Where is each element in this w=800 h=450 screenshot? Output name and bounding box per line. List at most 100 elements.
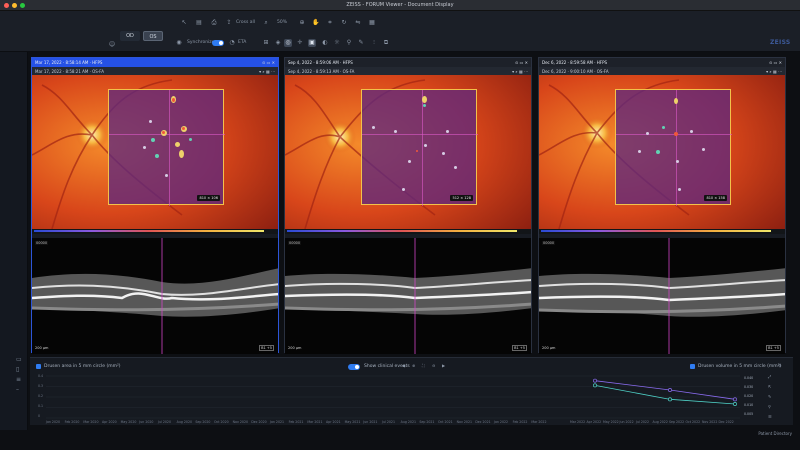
oct-control[interactable]: B1 +5 (259, 345, 274, 351)
export-icon[interactable]: ⇪ (225, 19, 233, 27)
layout-icon[interactable]: ▦ (368, 19, 376, 27)
oct-control[interactable]: B1 +5 (766, 345, 781, 351)
oct-control[interactable]: B1 +5 (512, 345, 527, 351)
map-size-badge: 810 × 106 (197, 195, 220, 201)
layers-icon[interactable]: ≡ (16, 377, 22, 383)
oct-scale-bar: 200 µm (542, 346, 556, 350)
viewer-tools[interactable]: ▾ ⌕ ▦ ⋯ (259, 69, 275, 74)
oct-label: 00000 (288, 241, 302, 245)
viewer-header-icons[interactable]: ⊙ ▭ ✕ (515, 60, 528, 65)
progression-chart[interactable] (30, 358, 793, 426)
x-tick-label: Oct 2020 (214, 420, 229, 424)
patient-directory-link[interactable]: Patient Directory (758, 431, 792, 436)
drusen-spot (394, 130, 397, 133)
x-tick-label: Jan 2021 (270, 420, 285, 424)
hand-icon[interactable]: ✋ (312, 19, 320, 27)
eye-os-button[interactable]: OS (143, 31, 163, 41)
align-tool-icon[interactable]: ⫶ (370, 39, 378, 47)
data-point-0-0 (593, 378, 597, 383)
arrow-icon[interactable]: ↖ (180, 19, 188, 27)
data-point-1-0 (593, 383, 597, 388)
x-tick-label: Aug 2020 (176, 420, 193, 424)
drusen-spot (424, 144, 427, 147)
fundus-image[interactable]: 810 × 106 (32, 75, 278, 229)
x-tick-label: Feb 2020 (64, 420, 80, 424)
left-rail: ▭ ▯ ≡ – (0, 52, 28, 430)
drusen-spot (162, 131, 165, 134)
viewer-tools[interactable]: ▾ ⌕ ▦ ⋯ (512, 69, 528, 74)
monitor-icon[interactable]: ▭ (16, 357, 22, 363)
export-chart-icon[interactable]: ⇱ (768, 384, 771, 389)
crosshair-vertical (422, 90, 423, 206)
crosshair-vertical (169, 90, 170, 206)
x-tick-label: Oct 2022 (685, 420, 701, 424)
drusen-map-overlay[interactable]: 512 × 128 (361, 89, 478, 206)
filter-tool-icon[interactable]: ⚲ (345, 39, 353, 47)
eye-od-button[interactable]: OD (120, 31, 140, 41)
zoom-value: 50% (277, 20, 288, 25)
zoom-in-icon[interactable]: ⊕ (298, 19, 306, 27)
drusen-spot (172, 98, 175, 102)
filter-chart-icon[interactable]: ⚲ (768, 404, 771, 409)
overlay-tool-icon[interactable]: ◎ (284, 39, 292, 47)
minus-icon[interactable]: – (16, 387, 22, 393)
synchronize-toggle[interactable] (212, 40, 224, 46)
person-icon[interactable]: ☺ (108, 41, 116, 49)
viewer-header-icons[interactable]: ⊙ ▭ ✕ (769, 60, 782, 65)
save-icon[interactable]: ▤ (195, 19, 203, 27)
map-tool-icon[interactable]: ▣ (308, 39, 316, 47)
print-icon[interactable]: ⎙ (210, 19, 218, 27)
drusen-spot (149, 120, 152, 123)
drusen-spot (638, 150, 641, 153)
data-point-0-2 (733, 397, 737, 402)
oct-bscan[interactable]: 00000 200 µm B1 +5 (539, 238, 785, 354)
drusen-map-overlay[interactable]: 810 × 106 (108, 89, 225, 206)
annotate-tool-icon[interactable]: ✎ (357, 39, 365, 47)
value-label: 0.020 (744, 394, 754, 398)
x-tick-label: Dec 2021 (475, 420, 491, 424)
search-icon[interactable]: ⌕ (262, 19, 270, 27)
contrast-tool-icon[interactable]: ◐ (321, 39, 329, 47)
drusen-spot (151, 138, 155, 142)
viewer-panel-3[interactable]: Dec 6, 2022 · 8:59:58 AM · HFPS ⊙ ▭ ✕ De… (538, 57, 786, 354)
x-tick-label: Jul 2020 (158, 420, 171, 424)
viewer-tools[interactable]: ▾ ⌕ ▦ ⋯ (766, 69, 782, 74)
x-tick-label: Jun 2022 (619, 420, 634, 424)
settings-chart-icon[interactable]: ☰ (768, 414, 772, 419)
target-icon[interactable]: ◉ (175, 39, 183, 47)
measure-tool-icon[interactable]: ◈ (274, 39, 282, 47)
oct-bscan[interactable]: 00000 200 µm B1 +5 (32, 238, 278, 354)
brightness-tool-icon[interactable]: ☼ (333, 39, 341, 47)
viewer-panel-2[interactable]: Sep 4, 2022 · 8:59:06 AM · HFPS ⊙ ▭ ✕ Se… (284, 57, 532, 354)
x-tick-label: Jul 2021 (382, 420, 395, 424)
fundus-image[interactable]: 512 × 128 (285, 75, 531, 229)
drusen-spot (662, 126, 665, 129)
drusen-map-overlay[interactable]: 810 × 158 (615, 89, 732, 206)
fundus-image[interactable]: 810 × 158 (539, 75, 785, 229)
compare-tool-icon[interactable]: ⧉ (382, 39, 390, 47)
expand-icon[interactable]: ⤢ (768, 374, 771, 379)
exam-date: Mar 17, 2022 · 8:58:14 AM · HFPS (35, 60, 103, 65)
exam-date: Sep 4, 2022 · 8:59:06 AM · HFPS (288, 60, 353, 65)
document-icon[interactable]: ▯ (16, 367, 22, 373)
viewer-header: Dec 6, 2022 · 8:59:58 AM · HFPS ⊙ ▭ ✕ (539, 58, 785, 67)
drusen-spot (165, 174, 168, 177)
crop-icon[interactable]: ⌗ (326, 19, 334, 27)
x-tick-label: Apr 2022 (586, 420, 602, 424)
flip-icon[interactable]: ⇋ (354, 19, 362, 27)
oct-svg (32, 238, 278, 354)
viewer-header-icons[interactable]: ⊙ ▭ ✕ (262, 60, 275, 65)
eta-label[interactable]: ETA (238, 40, 246, 45)
drusen-spot (182, 127, 185, 130)
crosshair-tool-icon[interactable]: ✛ (296, 39, 304, 47)
grid-tool-icon[interactable]: ⊞ (262, 39, 270, 47)
x-tick-label: Sep 2021 (419, 420, 435, 424)
viewer-panel-1[interactable]: Mar 17, 2022 · 8:58:14 AM · HFPS ⊙ ▭ ✕ M… (31, 57, 279, 354)
oct-scale-bar: 200 µm (288, 346, 302, 350)
rotate-icon[interactable]: ↻ (340, 19, 348, 27)
drusen-spot (189, 138, 192, 141)
oct-bscan[interactable]: 00000 200 µm B1 +5 (285, 238, 531, 354)
viewer-subheader: Dec 6, 2022 · 9:00:10 AM · OS-FA ▾ ⌕ ▦ ⋯ (539, 67, 785, 75)
map-size-badge: 810 × 158 (704, 195, 727, 201)
annotate-chart-icon[interactable]: ✎ (768, 394, 771, 399)
